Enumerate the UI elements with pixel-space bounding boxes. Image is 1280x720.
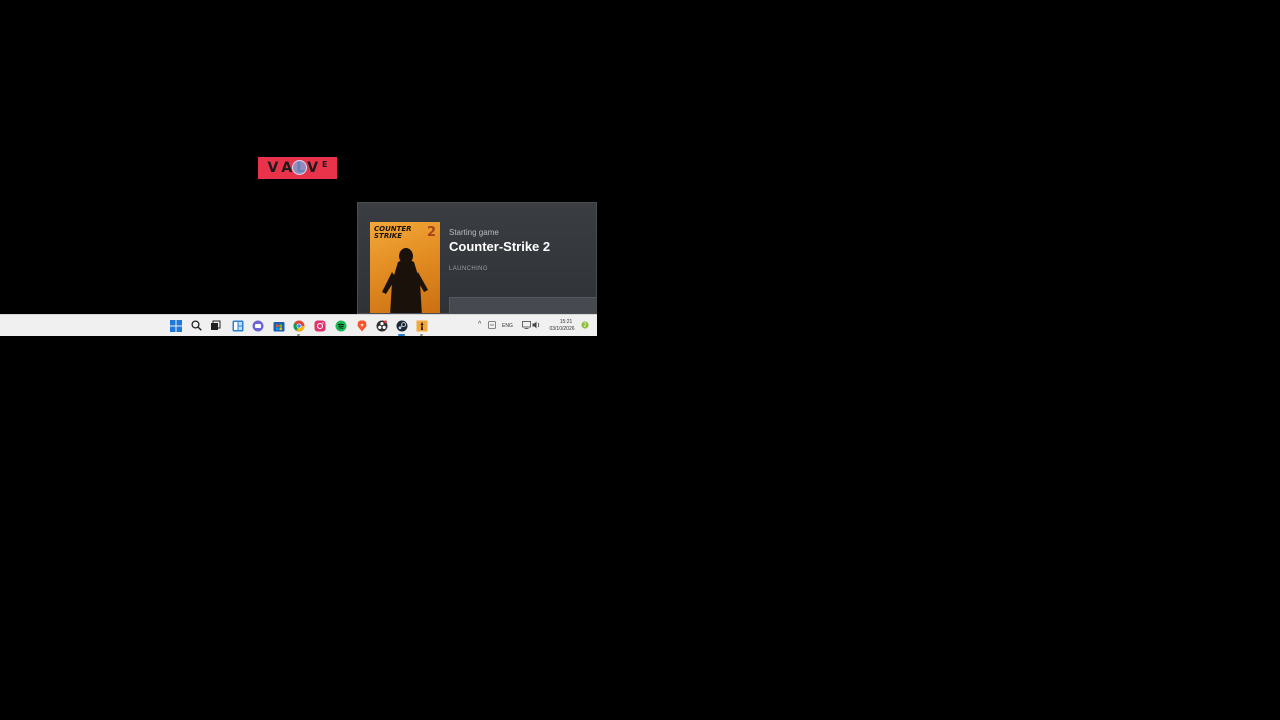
volume-icon[interactable] — [531, 320, 541, 330]
svg-text:2: 2 — [583, 322, 586, 328]
start-icon[interactable] — [169, 319, 182, 332]
spotify-icon[interactable] — [334, 319, 347, 332]
counter-strike-2-icon[interactable] — [415, 319, 428, 336]
taskbar: ^ ENG 15:21 03/10/2026 2 — [0, 314, 597, 336]
task-view-icon[interactable] — [209, 319, 222, 332]
clock-time[interactable]: 15:21 — [560, 319, 573, 325]
steam-icon[interactable] — [395, 319, 408, 336]
search-icon[interactable] — [190, 319, 203, 332]
network-icon[interactable] — [521, 320, 531, 330]
chevron-up-icon[interactable]: ^ — [478, 321, 481, 328]
screen: VALVE COUNTER STRIKE 2 Starting game Cou… — [0, 0, 1280, 720]
popup-subtitle: Starting game — [449, 228, 499, 237]
widgets-icon[interactable] — [231, 319, 244, 332]
game-title: Counter-Strike 2 — [449, 239, 551, 254]
valve-logo: VALVE — [258, 157, 337, 179]
valve-logo-sup: E — [322, 159, 332, 169]
clock-date[interactable]: 03/10/2026 — [549, 326, 574, 332]
microsoft-store-icon[interactable] — [272, 319, 285, 332]
cover-title: COUNTER STRIKE — [374, 225, 412, 240]
game-launch-popup: COUNTER STRIKE 2 Starting game Counter-S… — [357, 202, 597, 314]
game-cover-art: COUNTER STRIKE 2 — [370, 222, 440, 313]
launch-status: LAUNCHING — [449, 266, 488, 272]
popup-action-button[interactable] — [449, 297, 596, 313]
brave-icon[interactable] — [355, 319, 368, 332]
tray-app-icon[interactable] — [487, 320, 497, 330]
instagram-icon[interactable] — [313, 319, 326, 332]
obs-icon[interactable] — [375, 319, 388, 332]
chat-icon[interactable] — [251, 319, 264, 332]
cover-number: 2 — [426, 225, 436, 240]
language-indicator[interactable]: ENG — [502, 323, 513, 329]
cursor-highlight-icon — [292, 160, 307, 175]
chrome-icon[interactable] — [292, 319, 305, 336]
notification-icon[interactable]: 2 — [580, 320, 589, 329]
